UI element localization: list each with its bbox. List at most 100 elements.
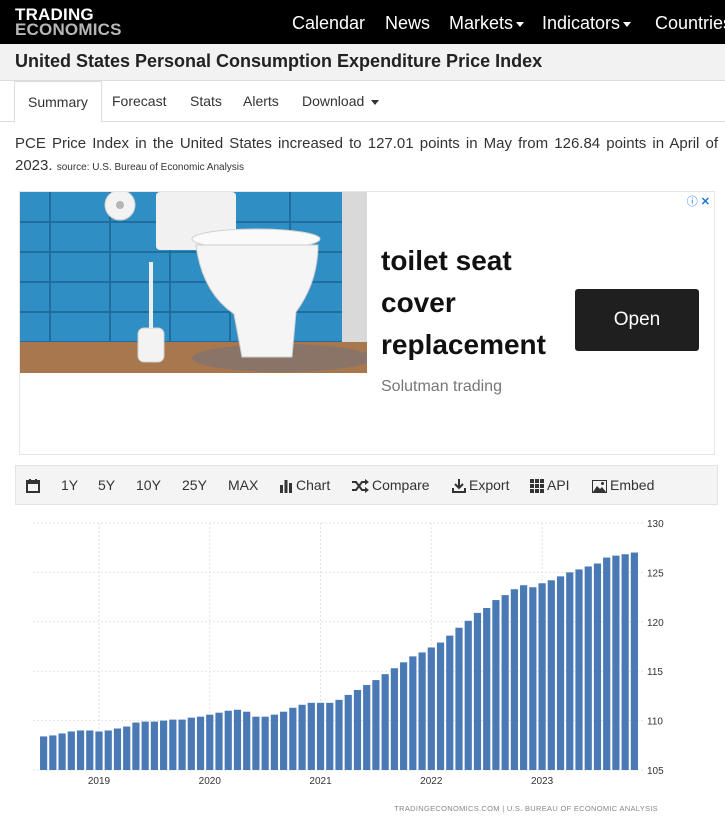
advertisement[interactable]: toilet seat cover replacement Solutman t…: [19, 191, 715, 455]
chart-bar[interactable]: [335, 699, 343, 770]
embed-button[interactable]: Embed: [592, 466, 654, 504]
export-button[interactable]: Export: [452, 466, 509, 504]
chart-bar[interactable]: [353, 689, 362, 770]
chart-bar[interactable]: [584, 566, 592, 770]
chart-bar[interactable]: [483, 607, 491, 770]
chart-bar[interactable]: [316, 702, 325, 770]
chart-bar[interactable]: [464, 620, 472, 770]
nav-calendar[interactable]: Calendar: [292, 13, 365, 34]
chart-bar[interactable]: [307, 702, 315, 770]
chart-bar[interactable]: [400, 662, 408, 770]
calendar-icon[interactable]: [26, 466, 43, 504]
chart-bar[interactable]: [409, 656, 417, 770]
chart-bar[interactable]: [76, 730, 85, 770]
chart-bar[interactable]: [104, 730, 112, 770]
chart-bar[interactable]: [427, 647, 435, 770]
chart-bar[interactable]: [556, 576, 565, 770]
chart-bar[interactable]: [381, 674, 389, 770]
chart-bar[interactable]: [298, 704, 306, 770]
chart-bar[interactable]: [566, 572, 574, 770]
close-icon[interactable]: ✕: [701, 196, 710, 208]
chart-bar[interactable]: [169, 719, 177, 770]
nav-markets[interactable]: Markets: [449, 13, 525, 34]
chart-bar[interactable]: [372, 680, 380, 770]
chart-bar[interactable]: [261, 716, 269, 770]
chart-bar[interactable]: [390, 668, 398, 770]
nav-news[interactable]: News: [385, 13, 430, 34]
chart-bar[interactable]: [40, 736, 48, 770]
chart-bar[interactable]: [501, 595, 509, 770]
chart-bar[interactable]: [224, 710, 232, 770]
chart-bar[interactable]: [58, 733, 66, 770]
chart-bar[interactable]: [575, 569, 583, 770]
chart-bar[interactable]: [446, 635, 454, 770]
range-10y-button[interactable]: 10Y: [136, 466, 161, 504]
ad-image[interactable]: [20, 192, 367, 373]
chart-bar[interactable]: [612, 555, 620, 770]
chart-bar[interactable]: [123, 726, 131, 770]
chart-bar[interactable]: [270, 714, 278, 770]
tab-forecast[interactable]: Forecast: [112, 81, 166, 121]
chart-bar[interactable]: [215, 712, 223, 770]
chart-bar[interactable]: [547, 580, 555, 770]
chart-bar[interactable]: [187, 717, 195, 770]
ad-choices[interactable]: ⓘ ✕: [687, 193, 710, 209]
chart-bar[interactable]: [363, 685, 371, 770]
chart-bar[interactable]: [326, 702, 334, 770]
chart-bar[interactable]: [233, 709, 242, 770]
chart-bar[interactable]: [289, 707, 297, 770]
chart-bar[interactable]: [141, 721, 149, 770]
range-5y-button[interactable]: 5Y: [98, 466, 115, 504]
bar-chart-icon: [280, 480, 292, 494]
ad-headline[interactable]: toilet seat cover replacement: [381, 240, 571, 366]
site-logo[interactable]: TRADING ECONOMICS: [15, 6, 122, 39]
chart-bar[interactable]: [243, 711, 251, 770]
chart-type-button[interactable]: Chart: [279, 466, 330, 504]
range-1y-button[interactable]: 1Y: [61, 466, 78, 504]
chart-bar[interactable]: [67, 731, 75, 770]
pce-bar-chart[interactable]: 105110115120125130 2019 2020 2021 2022 2023 …: [15, 505, 716, 823]
ad-brand[interactable]: Solutman trading: [381, 378, 502, 396]
chart-bar[interactable]: [529, 587, 537, 770]
chart-bar[interactable]: [252, 716, 260, 770]
nav-indicators[interactable]: Indicators: [542, 13, 632, 34]
ad-open-button[interactable]: Open: [575, 289, 699, 351]
chart-bar[interactable]: [520, 585, 528, 770]
chart-bar[interactable]: [280, 711, 288, 770]
tab-alerts[interactable]: Alerts: [243, 81, 279, 121]
tab-download[interactable]: Download: [302, 81, 380, 121]
chart-bar[interactable]: [630, 552, 638, 770]
chart-bar[interactable]: [418, 652, 426, 770]
chart-bar[interactable]: [621, 554, 629, 770]
tab-stats[interactable]: Stats: [190, 81, 222, 121]
chart-bar[interactable]: [132, 722, 140, 770]
compare-button[interactable]: Compare: [351, 466, 430, 504]
chart-bar[interactable]: [510, 589, 518, 770]
range-25y-button[interactable]: 25Y: [182, 466, 207, 504]
chart-bar[interactable]: [593, 563, 602, 770]
chart-bar[interactable]: [113, 728, 122, 771]
chart-bar[interactable]: [603, 557, 611, 770]
description-source[interactable]: source: U.S. Bureau of Economic Analysis: [57, 162, 244, 173]
logo-line2: ECONOMICS: [15, 20, 122, 39]
chart-bar[interactable]: [150, 721, 158, 770]
chart-bar[interactable]: [473, 612, 482, 770]
chart-bar[interactable]: [196, 716, 205, 770]
api-button[interactable]: API: [530, 466, 570, 504]
range-max-button[interactable]: MAX: [228, 466, 258, 504]
chart-bar[interactable]: [95, 731, 103, 770]
chart-bar[interactable]: [492, 600, 500, 770]
chart-bar[interactable]: [455, 627, 463, 770]
chart-bar[interactable]: [178, 719, 186, 770]
nav-countries[interactable]: Countries: [655, 13, 725, 34]
chart-bar[interactable]: [206, 714, 214, 770]
info-icon[interactable]: ⓘ: [687, 196, 698, 208]
chart-bar[interactable]: [538, 583, 546, 770]
chart-bar[interactable]: [49, 735, 57, 770]
chart-bar[interactable]: [436, 642, 445, 770]
chart-bar[interactable]: [86, 730, 94, 770]
chart-bar[interactable]: [344, 694, 352, 770]
tab-summary[interactable]: Summary: [14, 81, 102, 123]
chart-bar[interactable]: [160, 720, 168, 770]
chevron-down-icon: [516, 21, 525, 27]
